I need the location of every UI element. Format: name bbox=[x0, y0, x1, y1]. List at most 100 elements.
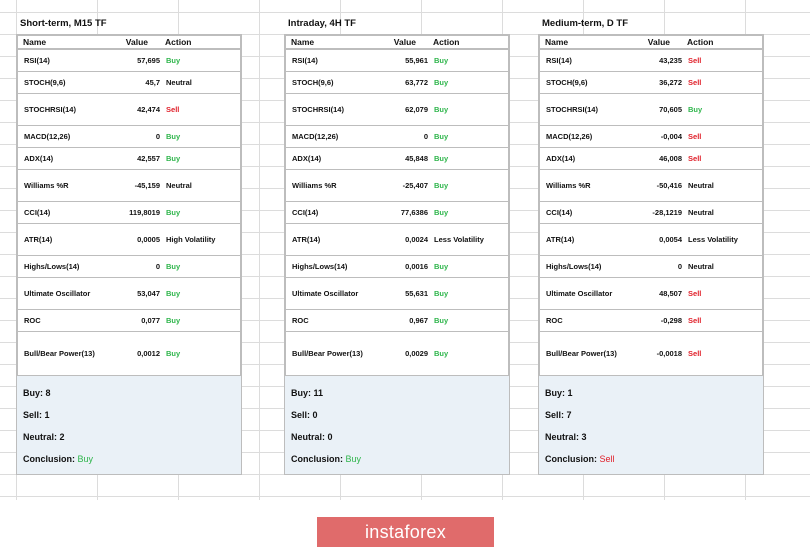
indicator-name: STOCHRSI(14) bbox=[285, 93, 373, 126]
indicator-value: 55,961 bbox=[372, 49, 429, 72]
table-header-row: Name Value Action bbox=[285, 35, 509, 50]
header-value: Value bbox=[104, 35, 161, 50]
indicator-action: Neutral bbox=[682, 255, 763, 278]
indicator-action: Sell bbox=[682, 125, 763, 148]
indicator-name: ROC bbox=[17, 309, 105, 332]
indicator-name: CCI(14) bbox=[285, 201, 373, 224]
indicator-value: 36,272 bbox=[626, 71, 683, 94]
indicator-value: -25,407 bbox=[372, 169, 429, 202]
indicator-name: ATR(14) bbox=[285, 223, 373, 256]
indicator-action: Buy bbox=[428, 255, 509, 278]
indicator-name: RSI(14) bbox=[285, 49, 373, 72]
indicator-name: Bull/Bear Power(13) bbox=[539, 331, 627, 376]
indicator-value: 42,474 bbox=[104, 93, 161, 126]
indicator-value: 0,077 bbox=[104, 309, 161, 332]
indicator-value: 48,507 bbox=[626, 277, 683, 310]
indicator-name: Ultimate Oscillator bbox=[285, 277, 373, 310]
panel-title: Short-term, M15 TF bbox=[20, 18, 107, 29]
indicator-value: 0 bbox=[372, 125, 429, 148]
indicator-action: Buy bbox=[160, 331, 241, 376]
table-row: ATR(14) 0,0054 Less Volatility bbox=[539, 223, 763, 256]
table-row: Highs/Lows(14) 0 Neutral bbox=[539, 255, 763, 278]
header-name: Name bbox=[539, 35, 627, 50]
indicator-action: Buy bbox=[160, 277, 241, 310]
indicator-action: Buy bbox=[428, 169, 509, 202]
indicator-name: Highs/Lows(14) bbox=[539, 255, 627, 278]
indicator-name: Highs/Lows(14) bbox=[17, 255, 105, 278]
indicator-action: Neutral bbox=[682, 201, 763, 224]
indicator-value: 0,0029 bbox=[372, 331, 429, 376]
conclusion-value: Sell bbox=[599, 453, 615, 464]
indicator-name: STOCH(9,6) bbox=[17, 71, 105, 94]
table-row: Williams %R -25,407 Buy bbox=[285, 169, 509, 202]
indicator-name: RSI(14) bbox=[17, 49, 105, 72]
indicator-action: Sell bbox=[682, 331, 763, 376]
indicator-action: Buy bbox=[428, 125, 509, 148]
indicator-table: Name Value Action RSI(14) 55,961 Buy STOCH(9,6… bbox=[284, 34, 510, 376]
indicator-name: Williams %R bbox=[285, 169, 373, 202]
summary-sell-count: Sell: 0 bbox=[291, 409, 318, 420]
indicator-value: 70,605 bbox=[626, 93, 683, 126]
table-row: RSI(14) 57,695 Buy bbox=[17, 49, 241, 72]
instaforex-logo: instaforex bbox=[317, 517, 494, 547]
indicator-value: 0,0005 bbox=[104, 223, 161, 256]
indicator-table: Name Value Action RSI(14) 57,695 Buy STOCH(9,6… bbox=[16, 34, 242, 376]
indicator-action: Buy bbox=[160, 125, 241, 148]
table-header-row: Name Value Action bbox=[539, 35, 763, 50]
table-row: STOCHRSI(14) 62,079 Buy bbox=[285, 93, 509, 126]
indicator-action: Buy bbox=[428, 49, 509, 72]
table-row: ADX(14) 45,848 Buy bbox=[285, 147, 509, 170]
table-row: ROC 0,077 Buy bbox=[17, 309, 241, 332]
indicator-value: 45,848 bbox=[372, 147, 429, 170]
panel-0: Short-term, M15 TF Name Value Action RSI(14)… bbox=[16, 14, 242, 475]
indicator-name: MACD(12,26) bbox=[285, 125, 373, 148]
indicator-value: 55,631 bbox=[372, 277, 429, 310]
summary-neutral-count: Neutral: 0 bbox=[291, 431, 333, 442]
indicator-name: ROC bbox=[539, 309, 627, 332]
panel-1: Intraday, 4H TF Name Value Action RSI(14) 55,… bbox=[284, 14, 510, 475]
table-row: ADX(14) 42,557 Buy bbox=[17, 147, 241, 170]
indicator-action: High Volatility bbox=[160, 223, 241, 256]
table-row: ATR(14) 0,0005 High Volatility bbox=[17, 223, 241, 256]
table-row: Ultimate Oscillator 53,047 Buy bbox=[17, 277, 241, 310]
indicator-value: 42,557 bbox=[104, 147, 161, 170]
indicator-value: 0,0016 bbox=[372, 255, 429, 278]
indicator-name: ADX(14) bbox=[285, 147, 373, 170]
indicator-action: Buy bbox=[160, 201, 241, 224]
indicator-value: 0 bbox=[104, 255, 161, 278]
conclusion-label: Conclusion: bbox=[23, 453, 75, 464]
table-row: Bull/Bear Power(13) 0,0029 Buy bbox=[285, 331, 509, 376]
panel-title: Intraday, 4H TF bbox=[288, 18, 356, 29]
indicator-action: Sell bbox=[682, 147, 763, 170]
summary-buy-count: Buy: 1 bbox=[545, 387, 573, 398]
table-row: Bull/Bear Power(13) -0,0018 Sell bbox=[539, 331, 763, 376]
conclusion-label: Conclusion: bbox=[545, 453, 597, 464]
indicator-action: Buy bbox=[428, 309, 509, 332]
header-action: Action bbox=[160, 35, 241, 50]
table-row: ATR(14) 0,0024 Less Volatility bbox=[285, 223, 509, 256]
indicator-action: Buy bbox=[428, 277, 509, 310]
table-row: STOCH(9,6) 63,772 Buy bbox=[285, 71, 509, 94]
indicator-action: Sell bbox=[682, 49, 763, 72]
table-row: STOCHRSI(14) 70,605 Buy bbox=[539, 93, 763, 126]
table-row: Bull/Bear Power(13) 0,0012 Buy bbox=[17, 331, 241, 376]
indicator-action: Neutral bbox=[160, 71, 241, 94]
indicator-action: Sell bbox=[682, 277, 763, 310]
indicator-value: -0,0018 bbox=[626, 331, 683, 376]
indicator-name: ATR(14) bbox=[17, 223, 105, 256]
table-row: MACD(12,26) 0 Buy bbox=[285, 125, 509, 148]
conclusion-value: Buy bbox=[345, 453, 362, 464]
indicator-action: Buy bbox=[160, 309, 241, 332]
table-row: STOCHRSI(14) 42,474 Sell bbox=[17, 93, 241, 126]
indicator-name: STOCH(9,6) bbox=[539, 71, 627, 94]
indicator-value: 0,0054 bbox=[626, 223, 683, 256]
header-value: Value bbox=[372, 35, 429, 50]
indicator-action: Sell bbox=[682, 71, 763, 94]
header-value: Value bbox=[626, 35, 683, 50]
header-name: Name bbox=[17, 35, 105, 50]
indicator-name: CCI(14) bbox=[539, 201, 627, 224]
table-row: MACD(12,26) -0,004 Sell bbox=[539, 125, 763, 148]
indicator-action: Buy bbox=[428, 201, 509, 224]
indicator-value: 77,6386 bbox=[372, 201, 429, 224]
indicator-value: 0,967 bbox=[372, 309, 429, 332]
